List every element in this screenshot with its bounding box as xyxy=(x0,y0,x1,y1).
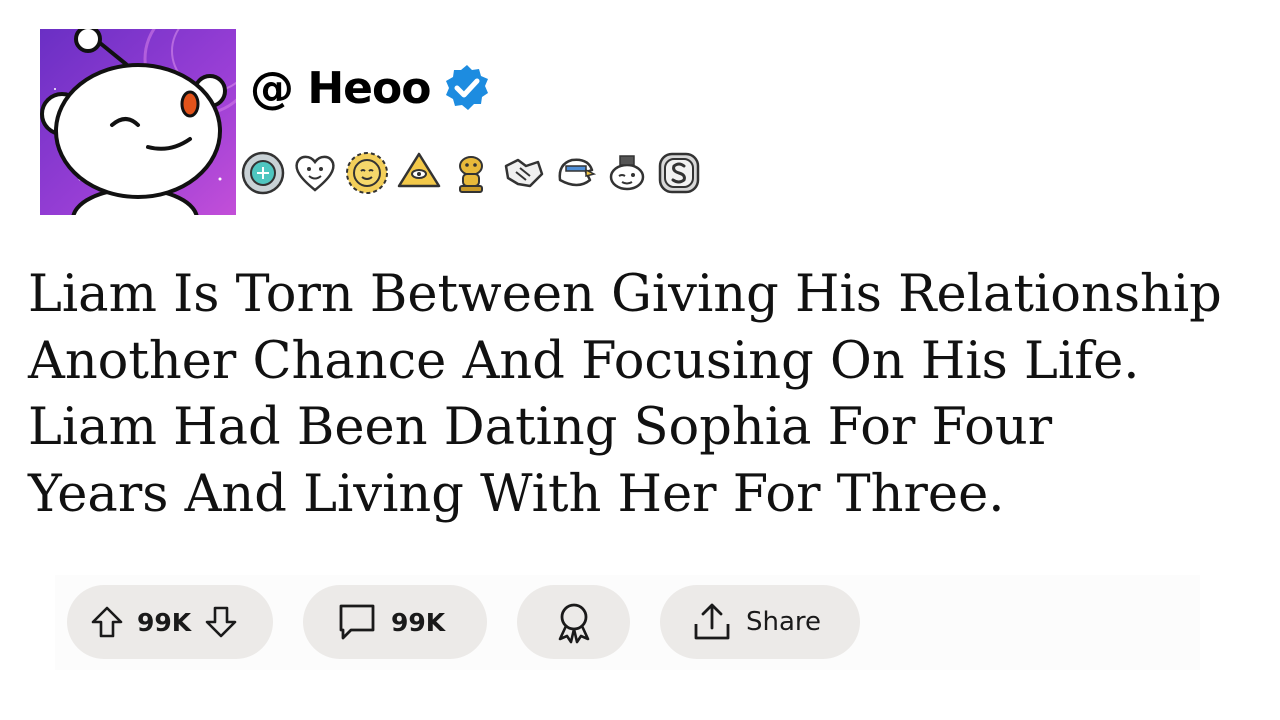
eagle-award-icon[interactable] xyxy=(552,150,598,196)
vote-control: 99K xyxy=(67,585,273,659)
wink-snoo-award-icon[interactable] xyxy=(604,150,650,196)
award-ribbon-icon xyxy=(558,603,589,644)
gold-pyramid-award-icon[interactable] xyxy=(396,150,442,196)
user-handle[interactable]: @ Heoo xyxy=(250,58,492,118)
share-upload-icon xyxy=(694,603,730,640)
comments-button[interactable]: 99K xyxy=(303,585,487,659)
post-title: Liam Is Torn Between Giving His Relation… xyxy=(28,265,1222,524)
post-action-bar: 99K 99K Share xyxy=(55,575,1200,670)
silver-gem-award-icon[interactable] xyxy=(240,150,286,196)
comment-bubble-icon xyxy=(339,604,375,640)
silver-coin-award-icon[interactable] xyxy=(656,150,702,196)
share-label: Share xyxy=(746,607,822,637)
handshake-award-icon[interactable] xyxy=(500,150,546,196)
verified-badge-icon xyxy=(446,65,489,110)
gold-snoo-trophy-award-icon[interactable] xyxy=(448,150,494,196)
awards-row xyxy=(240,148,702,198)
award-button[interactable] xyxy=(517,585,630,659)
avatar[interactable] xyxy=(40,29,236,215)
username-text: @ Heoo xyxy=(250,62,431,114)
downvote-arrow-icon[interactable] xyxy=(203,604,239,640)
snoo-avatar-icon xyxy=(40,29,236,215)
heart-face-award-icon[interactable] xyxy=(292,150,338,196)
vote-count: 99K xyxy=(137,607,192,637)
upvote-arrow-icon[interactable] xyxy=(89,604,125,640)
comment-count: 99K xyxy=(391,607,446,637)
sun-face-award-icon[interactable] xyxy=(344,150,390,196)
share-button[interactable]: Share xyxy=(660,585,860,659)
